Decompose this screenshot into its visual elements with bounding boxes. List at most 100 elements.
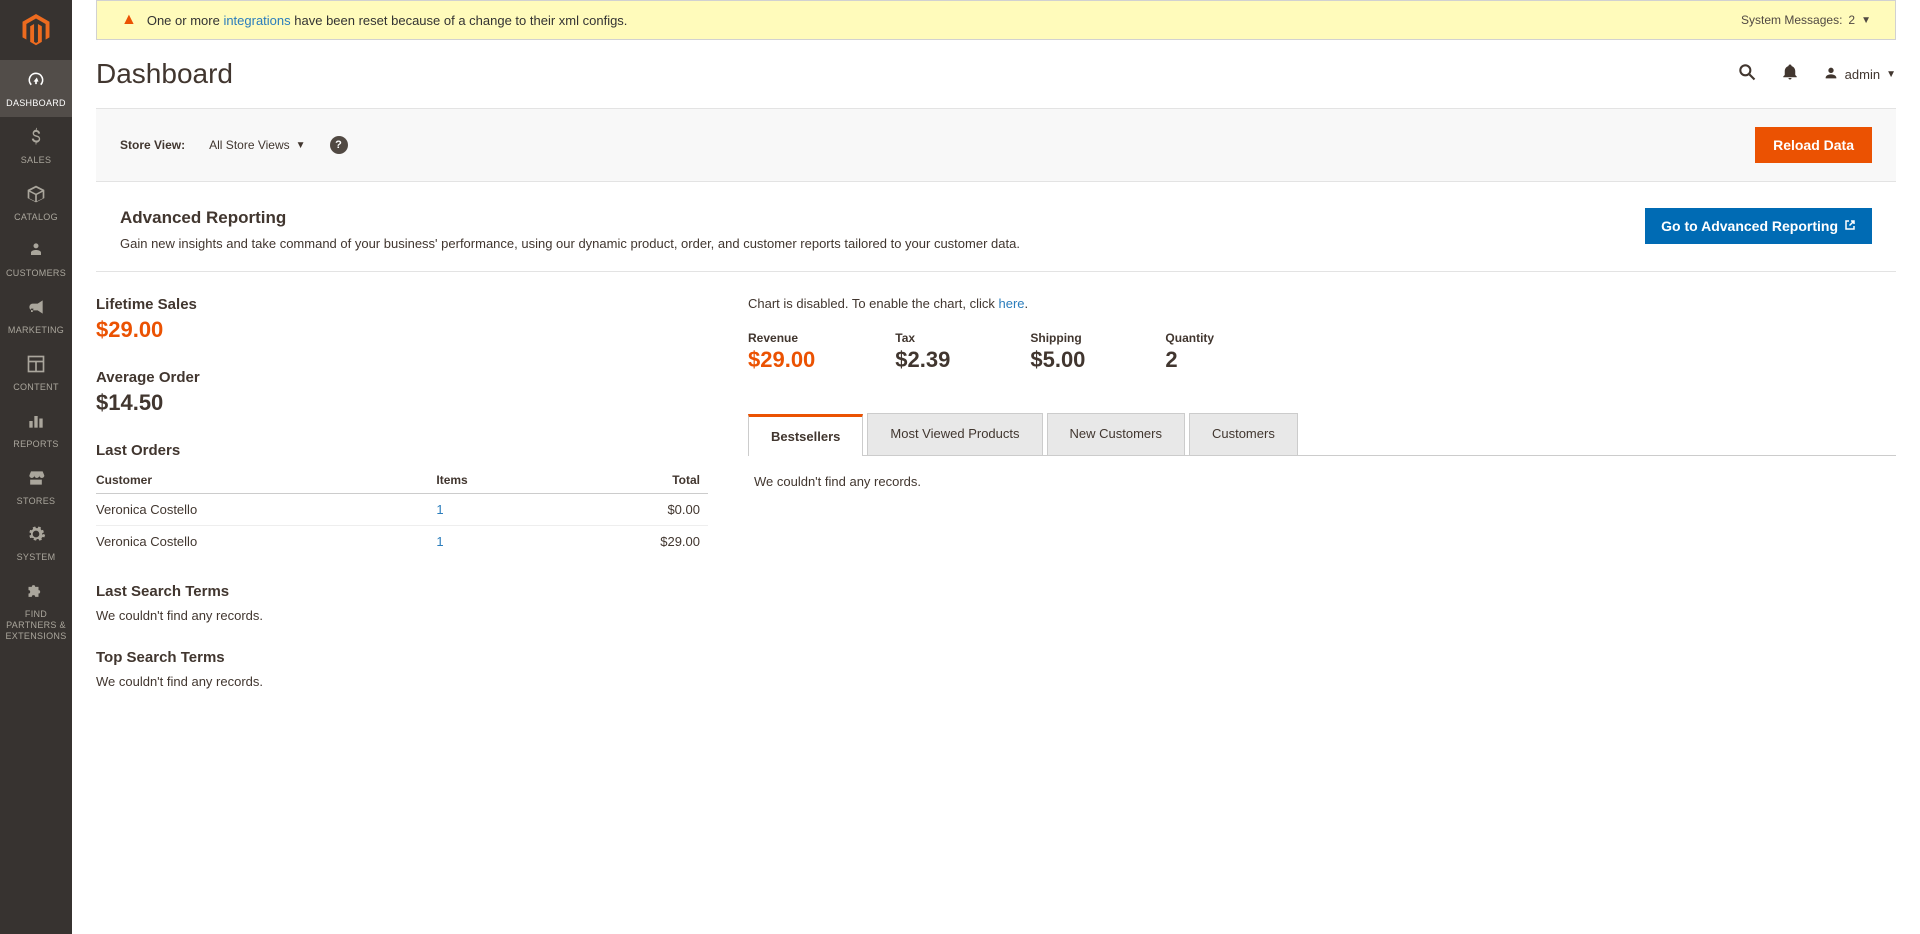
user-icon [1823, 65, 1839, 84]
cell-customer: Veronica Costello [96, 494, 436, 526]
nav-stores[interactable]: STORES [0, 458, 72, 515]
col-total: Total [559, 467, 708, 494]
store-view-select[interactable]: All Store Views ▼ [209, 138, 305, 152]
cell-total: $29.00 [559, 526, 708, 558]
dollar-icon [0, 127, 72, 151]
top-search-title: Top Search Terms [96, 649, 708, 666]
metric-shipping: Shipping $5.00 [1030, 331, 1085, 373]
sys-msg-after: have been reset because of a change to t… [291, 13, 628, 28]
average-order-value: $14.50 [96, 390, 708, 416]
average-order-title: Average Order [96, 369, 708, 386]
sys-msg-count: 2 [1848, 13, 1855, 27]
bar-chart-icon [0, 411, 72, 435]
nav-label: SALES [0, 155, 72, 166]
store-view-value: All Store Views [209, 138, 289, 152]
cell-items[interactable]: 1 [436, 526, 559, 558]
nav-dashboard[interactable]: DASHBOARD [0, 60, 72, 117]
last-search-empty: We couldn't find any records. [96, 608, 708, 623]
box-icon [0, 184, 72, 208]
puzzle-icon [0, 581, 72, 605]
nav-label: STORES [0, 496, 72, 507]
system-messages-toggle[interactable]: System Messages: 2 ▼ [1741, 13, 1871, 27]
help-icon[interactable]: ? [330, 136, 348, 154]
sys-msg-before: One or more [147, 13, 224, 28]
chevron-down-icon: ▼ [296, 140, 306, 151]
dashboard-icon [0, 70, 72, 94]
nav-label: CUSTOMERS [0, 268, 72, 279]
nav-content[interactable]: CONTENT [0, 344, 72, 401]
system-message-bar: ▲ One or more integrations have been res… [96, 0, 1896, 40]
metric-quantity: Quantity 2 [1165, 331, 1214, 373]
sidebar: DASHBOARD SALES CATALOG CUSTOMERS MARKET… [0, 0, 72, 934]
table-row[interactable]: Veronica Costello 1 $29.00 [96, 526, 708, 558]
dashboard-left-column: Lifetime Sales $29.00 Average Order $14.… [96, 296, 708, 689]
tab-content-empty: We couldn't find any records. [748, 456, 1896, 507]
nav-label: REPORTS [0, 439, 72, 450]
megaphone-icon [0, 297, 72, 321]
gear-icon [0, 524, 72, 548]
dashboard-right-column: Chart is disabled. To enable the chart, … [748, 296, 1896, 689]
last-orders-table: Customer Items Total Veronica Costello 1… [96, 467, 708, 557]
nav-label: CATALOG [0, 212, 72, 223]
metric-value: 2 [1165, 347, 1214, 373]
nav-system[interactable]: SYSTEM [0, 514, 72, 571]
warning-icon: ▲ [121, 11, 137, 29]
dashboard-body: Lifetime Sales $29.00 Average Order $14.… [72, 272, 1920, 713]
top-search-terms-block: Top Search Terms We couldn't find any re… [96, 649, 708, 689]
enable-chart-link[interactable]: here [999, 296, 1025, 311]
nav-label: SYSTEM [0, 552, 72, 563]
magento-logo[interactable] [0, 0, 72, 60]
nav-reports[interactable]: REPORTS [0, 401, 72, 458]
top-search-empty: We couldn't find any records. [96, 674, 708, 689]
metric-label: Shipping [1030, 331, 1085, 345]
cell-items[interactable]: 1 [436, 494, 559, 526]
average-order-block: Average Order $14.50 [96, 369, 708, 416]
tab-bestsellers[interactable]: Bestsellers [748, 414, 863, 456]
metric-label: Revenue [748, 331, 815, 345]
chart-msg-after: . [1025, 296, 1029, 311]
nav-customers[interactable]: CUSTOMERS [0, 230, 72, 287]
nav-label: MARKETING [0, 325, 72, 336]
header-tools: admin ▼ [1737, 62, 1896, 87]
nav-sales[interactable]: SALES [0, 117, 72, 174]
notifications-icon[interactable] [1781, 63, 1799, 86]
chevron-down-icon: ▼ [1886, 69, 1896, 80]
advanced-reporting-section: Advanced Reporting Gain new insights and… [96, 182, 1896, 272]
last-search-title: Last Search Terms [96, 583, 708, 600]
chart-msg-before: Chart is disabled. To enable the chart, … [748, 296, 999, 311]
tab-new-customers[interactable]: New Customers [1047, 413, 1185, 455]
page-header: Dashboard admin ▼ [72, 40, 1920, 108]
cell-customer: Veronica Costello [96, 526, 436, 558]
lifetime-sales-title: Lifetime Sales [96, 296, 708, 313]
person-icon [0, 240, 72, 264]
nav-partners[interactable]: FIND PARTNERS & EXTENSIONS [0, 571, 72, 649]
go-to-advanced-reporting-button[interactable]: Go to Advanced Reporting [1645, 208, 1872, 244]
integrations-link[interactable]: integrations [223, 13, 290, 28]
nav-marketing[interactable]: MARKETING [0, 287, 72, 344]
nav-label: DASHBOARD [0, 98, 72, 109]
metric-value: $29.00 [748, 347, 815, 373]
chevron-down-icon: ▼ [1861, 15, 1871, 26]
store-icon [0, 468, 72, 492]
store-view-label: Store View: [120, 138, 185, 152]
external-link-icon [1844, 219, 1856, 234]
tab-customers[interactable]: Customers [1189, 413, 1298, 455]
metric-label: Quantity [1165, 331, 1214, 345]
magento-icon [20, 14, 52, 46]
col-customer: Customer [96, 467, 436, 494]
tab-most-viewed[interactable]: Most Viewed Products [867, 413, 1042, 455]
metric-value: $2.39 [895, 347, 950, 373]
col-items: Items [436, 467, 559, 494]
adv-report-btn-label: Go to Advanced Reporting [1661, 218, 1838, 234]
table-row[interactable]: Veronica Costello 1 $0.00 [96, 494, 708, 526]
admin-user-menu[interactable]: admin ▼ [1823, 65, 1896, 84]
sys-msg-label: System Messages: [1741, 13, 1842, 27]
last-search-terms-block: Last Search Terms We couldn't find any r… [96, 583, 708, 623]
search-icon[interactable] [1737, 62, 1757, 87]
cell-total: $0.00 [559, 494, 708, 526]
nav-catalog[interactable]: CATALOG [0, 174, 72, 231]
reload-data-button[interactable]: Reload Data [1755, 127, 1872, 163]
advanced-reporting-title: Advanced Reporting [120, 208, 1020, 228]
metric-tax: Tax $2.39 [895, 331, 950, 373]
advanced-reporting-desc: Gain new insights and take command of yo… [120, 236, 1020, 251]
